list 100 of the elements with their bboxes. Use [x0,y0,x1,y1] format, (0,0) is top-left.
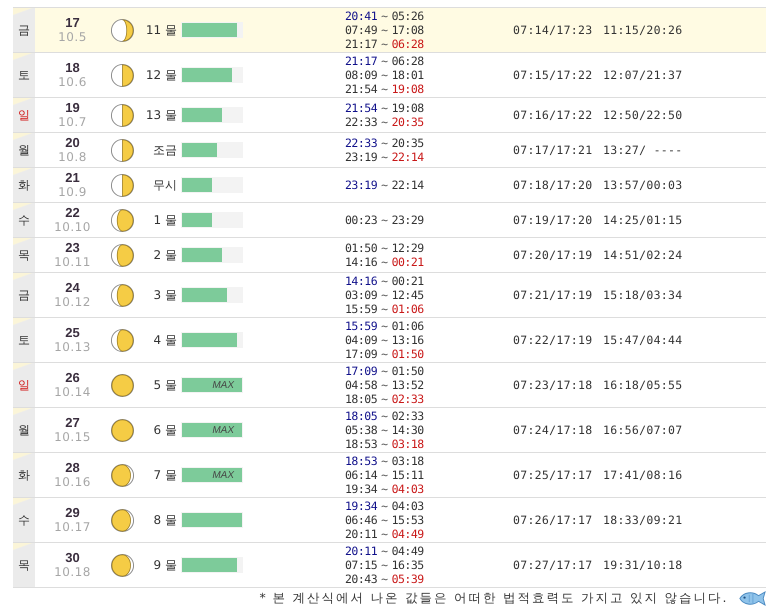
tilde-separator: ~ [381,213,388,227]
lunar-date: 10.10 [53,220,92,234]
tilde-separator: ~ [381,68,388,82]
tilde-separator: ~ [381,347,388,361]
tide-time: 22:14 [392,150,424,164]
weekday-label: 목 [13,238,35,272]
tilde-separator: ~ [381,23,388,37]
sunrise-sunset-time: 07:27/17:17 [513,558,592,572]
tilde-separator: ~ [381,319,388,333]
tide-label: 6 물 [152,422,178,438]
tilde-separator: ~ [381,454,388,468]
tide-time: 06:14 [345,468,378,482]
sunrise-sunset-time: 07:26/17:17 [513,513,592,527]
footnote: * 본 계산식에서 나온 값들은 어떠한 법적효력도 가지고 있지 않습니다. [260,590,728,607]
tilde-separator: ~ [381,392,388,406]
tide-time: 00:21 [392,255,424,269]
lunar-date: 10.9 [57,185,88,199]
moonrise-moonset-time: 19:31/10:18 [603,558,682,572]
day-number: 21 [64,171,81,185]
tide-time: 07:15 [345,558,378,572]
tilde-separator: ~ [381,333,388,347]
tide-time: 01:06 [392,319,424,333]
tide-time: 04:49 [392,527,424,541]
tide-time: 00:21 [392,274,424,288]
tide-time: 23:19 [345,178,378,192]
day-number: 23 [64,241,81,255]
tilde-separator: ~ [381,101,388,115]
tide-time: 15:11 [392,468,424,482]
tide-label: 2 물 [152,246,178,264]
sunrise-sunset-time: 07:20/17:19 [513,248,592,262]
sunrise-sunset-time: 07:16/17:22 [513,108,592,122]
tide-time: 02:33 [392,392,424,406]
tide-time: 13:52 [392,378,424,392]
moonrise-moonset-time: 14:25/01:15 [603,213,682,227]
tide-time: 18:53 [345,454,378,468]
tide-time: 06:28 [392,54,424,68]
tide-label: 13 물 [144,106,178,124]
tilde-separator: ~ [381,115,388,129]
tide-time: 23:29 [392,213,424,227]
tide-time: 07:49 [345,23,378,37]
sunrise-sunset-time: 07:14/17:23 [513,23,592,37]
tide-time: 00:23 [345,213,378,227]
tide-time: 03:09 [345,288,378,302]
tilde-separator: ~ [381,241,388,255]
tilde-separator: ~ [381,136,388,150]
tide-time: 23:19 [345,150,378,164]
tide-time: 01:50 [392,347,424,361]
fish-icon [738,590,766,607]
tide-time: 05:38 [345,423,378,437]
tide-time: 03:18 [392,437,424,451]
tide-time: 06:46 [345,513,378,527]
tide-time: 13:16 [392,333,424,347]
tide-time: 21:17 [345,37,378,51]
moonrise-moonset-time: 15:18/03:34 [603,288,682,302]
tide-time: 21:17 [345,54,378,68]
weekday-label: 수 [13,498,35,542]
tide-time: 04:03 [392,482,424,496]
tide-time: 04:03 [392,499,424,513]
tilde-separator: ~ [381,482,388,496]
tide-time: 15:53 [392,513,424,527]
tide-time: 14:16 [345,274,378,288]
tide-time: 19:34 [345,499,378,513]
lunar-date: 10.8 [57,150,88,164]
day-number: 19 [64,101,81,115]
tide-label: 1 물 [152,212,178,228]
lunar-date: 10.12 [53,295,92,309]
tide-label: 조금 [152,142,178,158]
lunar-date: 10.6 [57,75,88,89]
max-label: MAX [212,424,236,436]
tilde-separator: ~ [381,572,388,586]
tilde-separator: ~ [381,499,388,513]
lunar-date: 10.5 [57,30,88,44]
weekday-label: 목 [13,543,35,587]
tilde-separator: ~ [381,468,388,482]
sunrise-sunset-time: 07:15/17:22 [513,68,592,82]
tide-time: 20:41 [345,9,378,23]
tide-time: 20:35 [392,115,424,129]
tilde-separator: ~ [381,527,388,541]
weekday-label: 월 [13,133,35,167]
moonrise-moonset-time: 17:41/08:16 [603,468,682,482]
weekday-label: 수 [13,203,35,237]
tide-time: 18:05 [345,392,378,406]
tide-time: 12:29 [392,241,424,255]
tide-label: 8 물 [152,512,178,528]
tilde-separator: ~ [381,274,388,288]
tide-time: 21:54 [345,82,378,96]
tide-time: 04:58 [345,378,378,392]
tilde-separator: ~ [381,82,388,96]
day-number: 17 [64,16,81,30]
tide-time: 16:35 [392,558,424,572]
tide-time: 08:09 [345,68,378,82]
tide-label: 11 물 [144,22,178,38]
weekday-label: 화 [13,168,35,202]
day-number: 22 [64,206,81,220]
tide-time: 05:39 [392,572,424,586]
moonrise-moonset-time: 13:57/00:03 [603,178,682,192]
weekday-label: 금 [13,273,35,317]
tide-time: 22:33 [345,136,378,150]
lunar-date: 10.18 [53,565,92,579]
moonrise-moonset-time: 16:18/05:55 [603,378,682,392]
